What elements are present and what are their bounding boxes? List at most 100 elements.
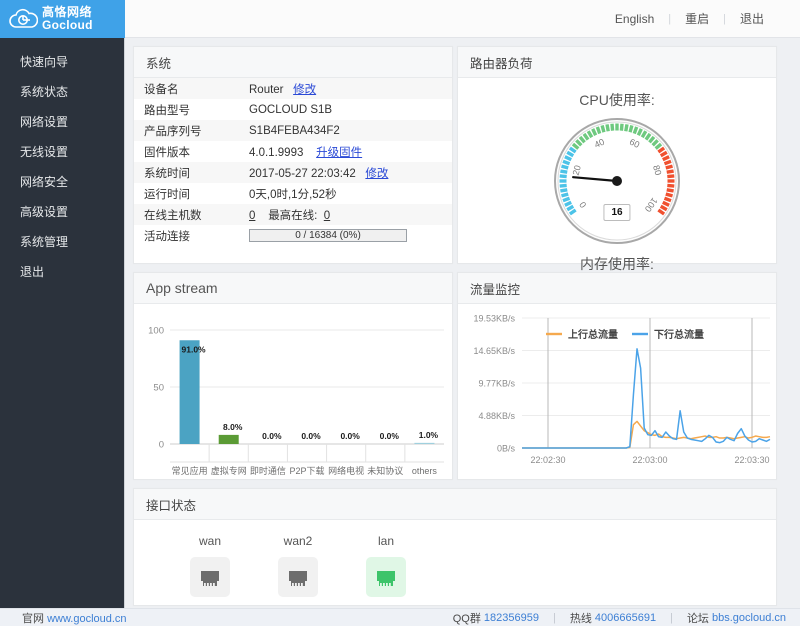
- interface-status-panel-body: wan wan2 lan: [134, 520, 776, 605]
- traffic-monitor-panel-header: 流量监控: [458, 273, 776, 304]
- ethernet-port-icon: [366, 557, 406, 597]
- sidebar-item-quick-wizard[interactable]: 快速向导: [0, 46, 124, 76]
- sidebar-item-network-security[interactable]: 网络安全: [0, 166, 124, 196]
- system-panel-header: 系统: [134, 47, 452, 78]
- sidebar-item-label: 退出: [20, 264, 45, 279]
- table-row: 系统时间 2017-05-27 22:03:42 修改: [134, 162, 452, 183]
- router-load-panel: 路由器负荷 CPU使用率: 0 20 40 60 80 100 16 内存使用率:: [457, 46, 777, 272]
- table-row: 路由型号 GOCLOUD S1B: [134, 99, 452, 120]
- footer-qq-value[interactable]: 182356959: [484, 612, 539, 624]
- system-panel-title: 系统: [146, 56, 172, 71]
- sidebar-item-logout[interactable]: 退出: [0, 256, 124, 286]
- footer-site: 官网 www.gocloud.cn: [22, 610, 127, 626]
- row-key: 路由型号: [144, 104, 190, 117]
- svg-text:下行总流量: 下行总流量: [654, 328, 704, 341]
- svg-text:91.0%: 91.0%: [182, 344, 207, 354]
- row-key: 设备名: [144, 83, 179, 96]
- traffic-monitor-panel-body: 0B/s 4.88KB/s 9.77KB/s 14.65KB/s 19.53KB/s 22…: [458, 304, 776, 479]
- svg-text:22:03:30: 22:03:30: [734, 455, 769, 465]
- svg-text:0.0%: 0.0%: [380, 431, 400, 441]
- footer-forum-link[interactable]: bbs.gocloud.cn: [712, 612, 786, 624]
- router-load-panel-title: 路由器负荷: [470, 56, 533, 71]
- svg-text:19.53KB/s: 19.53KB/s: [473, 314, 515, 324]
- online-hosts-count-link[interactable]: 0: [249, 210, 255, 222]
- svg-text:网络电视: 网络电视: [328, 465, 364, 476]
- interface-label: wan2: [283, 534, 313, 548]
- cpu-usage-value: 16: [603, 204, 631, 221]
- footer: 官网 www.gocloud.cn QQ群 182356959 | 热线 400…: [0, 608, 800, 626]
- interface-list: wan wan2 lan: [134, 520, 776, 597]
- main-content: 系统 设备名 Router 修改 路由型号 GOCLOUD S1B 产品序列号 …: [125, 38, 800, 608]
- table-row: 活动连接 0 / 16384 (0%): [134, 225, 452, 246]
- row-value: 2017-05-27 22:03:42 修改: [239, 162, 452, 183]
- interface-label: lan: [377, 534, 394, 548]
- edit-device-name-link[interactable]: 修改: [293, 84, 316, 96]
- sidebar-item-advanced-settings[interactable]: 高级设置: [0, 196, 124, 226]
- svg-text:0B/s: 0B/s: [497, 444, 516, 454]
- footer-forum-label: 论坛: [686, 612, 709, 625]
- interface-status-panel: 接口状态 wan wan2 lan: [133, 488, 777, 606]
- row-key: 活动连接: [144, 230, 190, 243]
- sidebar-item-label: 系统管理: [20, 234, 69, 249]
- upgrade-firmware-link[interactable]: 升级固件: [316, 147, 362, 159]
- router-load-panel-header: 路由器负荷: [458, 47, 776, 78]
- edit-system-time-link[interactable]: 修改: [365, 168, 388, 180]
- app-stream-panel-title: App stream: [146, 280, 218, 296]
- logout-button[interactable]: 退出: [726, 10, 778, 27]
- reboot-button[interactable]: 重启: [671, 10, 723, 27]
- row-key: 产品序列号: [144, 125, 202, 138]
- sidebar-item-label: 网络安全: [20, 174, 69, 189]
- svg-text:4.88KB/s: 4.88KB/s: [478, 411, 515, 421]
- footer-site-link[interactable]: www.gocloud.cn: [47, 613, 127, 625]
- sidebar-item-label: 高级设置: [20, 204, 69, 219]
- brand-logo[interactable]: 高恪网络 Gocloud: [0, 0, 125, 38]
- cpu-usage-gauge: 02040 6080100: [554, 118, 680, 244]
- system-panel: 系统 设备名 Router 修改 路由型号 GOCLOUD S1B 产品序列号 …: [133, 46, 453, 264]
- interface-wan2[interactable]: wan2: [254, 534, 342, 597]
- footer-separator-1: |: [552, 611, 556, 624]
- svg-text:22:03:00: 22:03:00: [632, 455, 667, 465]
- sidebar-item-label: 网络设置: [20, 114, 69, 129]
- row-value: 0天,0时,1分,52秒: [249, 188, 337, 201]
- sidebar-item-wireless-settings[interactable]: 无线设置: [0, 136, 124, 166]
- row-value: Router 修改: [239, 78, 452, 99]
- interface-status-panel-title: 接口状态: [146, 498, 197, 513]
- row-key: 在线主机数: [144, 209, 202, 222]
- router-load-panel-body: CPU使用率: 0 20 40 60 80 100 16 内存使用率:: [458, 78, 776, 294]
- sidebar-item-network-settings[interactable]: 网络设置: [0, 106, 124, 136]
- row-key: 固件版本: [144, 146, 190, 159]
- sidebar-item-system-status[interactable]: 系统状态: [0, 76, 124, 106]
- interface-wan[interactable]: wan: [166, 534, 254, 597]
- sidebar-item-system-management[interactable]: 系统管理: [0, 226, 124, 256]
- svg-text:P2P下载: P2P下载: [289, 465, 324, 476]
- table-row: 在线主机数 0 最高在线: 0: [134, 204, 452, 225]
- row-value: 0 最高在线: 0: [239, 204, 452, 225]
- svg-text:8.0%: 8.0%: [223, 422, 243, 432]
- system-time-value: 2017-05-27 22:03:42: [249, 167, 356, 180]
- top-bar: English | 重启 | 退出: [125, 0, 800, 38]
- svg-text:100: 100: [148, 326, 164, 337]
- svg-text:0.0%: 0.0%: [301, 431, 321, 441]
- footer-separator-2: |: [670, 611, 673, 624]
- cloud-logo-icon: [8, 7, 39, 31]
- ethernet-port-icon: [278, 557, 318, 597]
- svg-text:0.0%: 0.0%: [262, 431, 282, 441]
- system-info-table: 设备名 Router 修改 路由型号 GOCLOUD S1B 产品序列号 S1B…: [134, 78, 452, 246]
- cpu-usage-label: CPU使用率:: [579, 92, 655, 108]
- sidebar-item-label: 快速向导: [20, 54, 69, 69]
- sidebar-item-label: 无线设置: [20, 144, 69, 159]
- table-row: 固件版本 4.0.1.9993 升级固件: [134, 141, 452, 162]
- sidebar-item-label: 系统状态: [20, 84, 69, 99]
- svg-text:50: 50: [153, 383, 164, 394]
- row-key: 系统时间: [144, 167, 190, 180]
- svg-text:22:02:30: 22:02:30: [530, 455, 565, 465]
- language-toggle[interactable]: English: [601, 12, 668, 26]
- svg-text:1.0%: 1.0%: [419, 430, 439, 440]
- max-online-value-link[interactable]: 0: [324, 210, 330, 222]
- interface-lan[interactable]: lan: [342, 534, 430, 597]
- table-row: 设备名 Router 修改: [134, 78, 452, 99]
- svg-text:上行总流量: 上行总流量: [568, 328, 618, 341]
- footer-hotline-value[interactable]: 4006665691: [595, 612, 656, 624]
- row-key: 运行时间: [144, 188, 190, 201]
- traffic-monitor-panel-title: 流量监控: [470, 282, 521, 297]
